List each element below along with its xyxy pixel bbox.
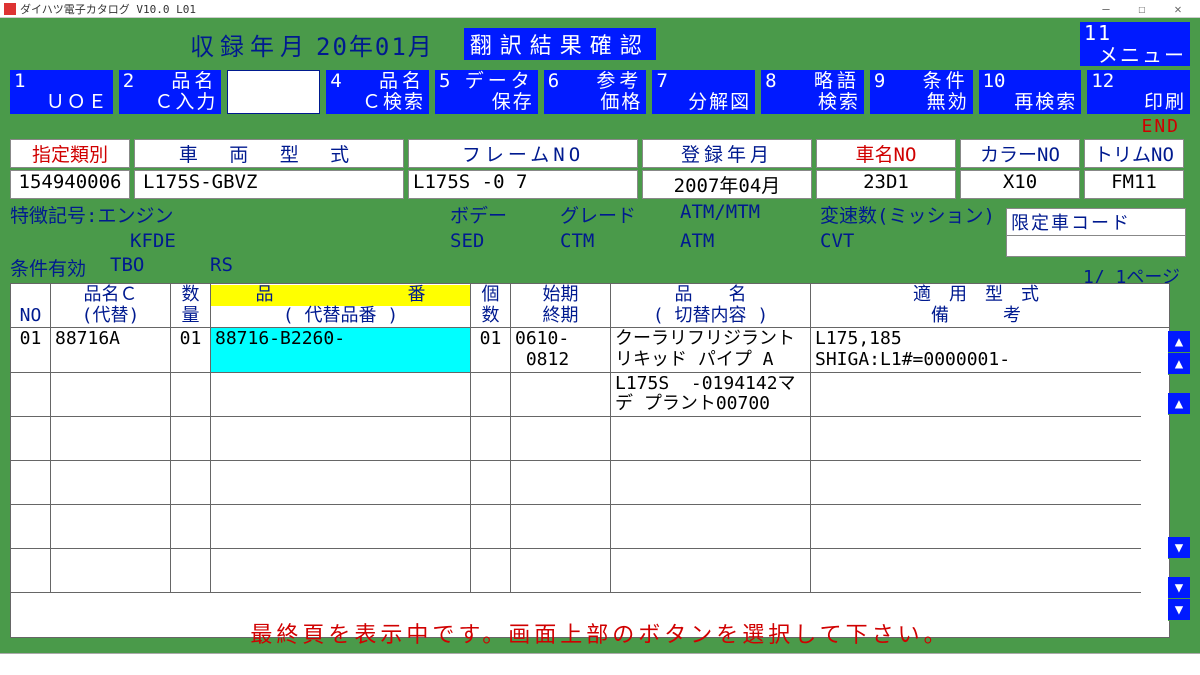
- translation-confirm-button[interactable]: 翻訳結果確認: [464, 28, 656, 60]
- table-body: 01 88716A 01 88716-B2260- 01 0610- 0812 …: [10, 328, 1170, 638]
- col-car-no: 車名NO: [816, 139, 956, 168]
- table-row[interactable]: L175S -0194142マデ プラント00700: [11, 373, 1169, 417]
- part-number-cell: 88716-B2260-: [211, 328, 471, 372]
- end-label: END: [10, 116, 1190, 137]
- table-row[interactable]: 01 88716A 01 88716-B2260- 01 0610- 0812 …: [11, 328, 1169, 372]
- close-button[interactable]: ✕: [1160, 2, 1196, 16]
- scroll-buttons: ▲ ▲ ▲ ▼ ▼ ▼: [1168, 331, 1190, 621]
- menu-button[interactable]: 11 メニュー: [1080, 22, 1190, 66]
- val-designation: 154940006: [10, 170, 130, 199]
- fn10-research[interactable]: 10再検索: [979, 70, 1082, 114]
- app-icon: [4, 3, 16, 15]
- val-car-no: 23D1: [816, 170, 956, 199]
- scroll-up-icon[interactable]: ▲: [1168, 353, 1190, 375]
- fn4-name-search[interactable]: 4品名 Ｃ検索: [326, 70, 429, 114]
- col-trim-no: トリムNO: [1084, 139, 1184, 168]
- name-code-input[interactable]: [227, 70, 320, 114]
- table-row[interactable]: [11, 505, 1169, 549]
- fn8-abbrev-search[interactable]: 8略語 検索: [761, 70, 864, 114]
- val-color-no: X10: [960, 170, 1080, 199]
- fn2-name-input[interactable]: 2品名 Ｃ入力: [119, 70, 222, 114]
- scroll-down-icon[interactable]: ▼: [1168, 577, 1190, 599]
- statusbar: [0, 653, 1200, 675]
- val-vehicle-model: L175S-GBVZ: [134, 170, 404, 199]
- maximize-button[interactable]: ☐: [1124, 2, 1160, 16]
- parts-table: NO 品名Ｃ(代替) 数量 品 番( 代替品番 ) 個数 始期終期 品 名( 切…: [10, 283, 1170, 638]
- val-reg-date: 2007年04月: [642, 170, 812, 199]
- table-header: NO 品名Ｃ(代替) 数量 品 番( 代替品番 ) 個数 始期終期 品 名( 切…: [10, 283, 1170, 328]
- app-body: 収録年月 20年01月 翻訳結果確認 11 メニュー 1ＵＯＥ 2品名 Ｃ入力 …: [0, 18, 1200, 675]
- record-period-label: 収録年月: [190, 27, 310, 62]
- table-row[interactable]: [11, 461, 1169, 505]
- vehicle-header-row: 指定類別 車 両 型 式 フレームNO 登録年月 車名NO カラーNO トリムN…: [10, 139, 1190, 168]
- fn5-data-save[interactable]: 5データ 保存: [435, 70, 538, 114]
- fn1-uoe[interactable]: 1ＵＯＥ: [10, 70, 113, 114]
- val-frame-no: L175S -0 7: [408, 170, 638, 199]
- window-titlebar: ダイハツ電子カタログ V10.0 L01 — ☐ ✕: [0, 0, 1200, 18]
- val-trim-no: FM11: [1084, 170, 1184, 199]
- col-color-no: カラーNO: [960, 139, 1080, 168]
- fn12-print[interactable]: 12印刷: [1087, 70, 1190, 114]
- limited-car-code-box: 限定車コード: [1006, 208, 1186, 257]
- table-row[interactable]: [11, 549, 1169, 593]
- minimize-button[interactable]: —: [1088, 2, 1124, 16]
- scroll-up2-icon[interactable]: ▲: [1168, 393, 1190, 415]
- limited-value[interactable]: [1007, 236, 1185, 256]
- vehicle-value-row: 154940006 L175S-GBVZ L175S -0 7 2007年04月…: [10, 170, 1190, 199]
- record-period-value: 20年01月: [316, 27, 434, 62]
- status-message: 最終頁を表示中です。画面上部のボタンを選択して下さい。: [0, 617, 1200, 649]
- col-designation: 指定類別: [10, 139, 130, 168]
- limited-label: 限定車コード: [1007, 209, 1185, 236]
- col-vehicle-model: 車 両 型 式: [134, 139, 404, 168]
- fn6-ref-price[interactable]: 6参考 価格: [544, 70, 647, 114]
- col-frame-no: フレームNO: [408, 139, 638, 168]
- scroll-top-icon[interactable]: ▲: [1168, 331, 1190, 353]
- function-key-row: 1ＵＯＥ 2品名 Ｃ入力 4品名 Ｃ検索 5データ 保存 6参考 価格 7分解図…: [10, 70, 1190, 114]
- fn7-exploded-view[interactable]: 7分解図: [652, 70, 755, 114]
- fn9-condition-disable[interactable]: 9条件 無効: [870, 70, 973, 114]
- window-title: ダイハツ電子カタログ V10.0 L01: [20, 1, 196, 17]
- spec-row3: 条件有効 TBO RS: [10, 254, 1190, 281]
- table-row[interactable]: [11, 417, 1169, 461]
- scroll-down2-icon[interactable]: ▼: [1168, 537, 1190, 559]
- col-reg-date: 登録年月: [642, 139, 812, 168]
